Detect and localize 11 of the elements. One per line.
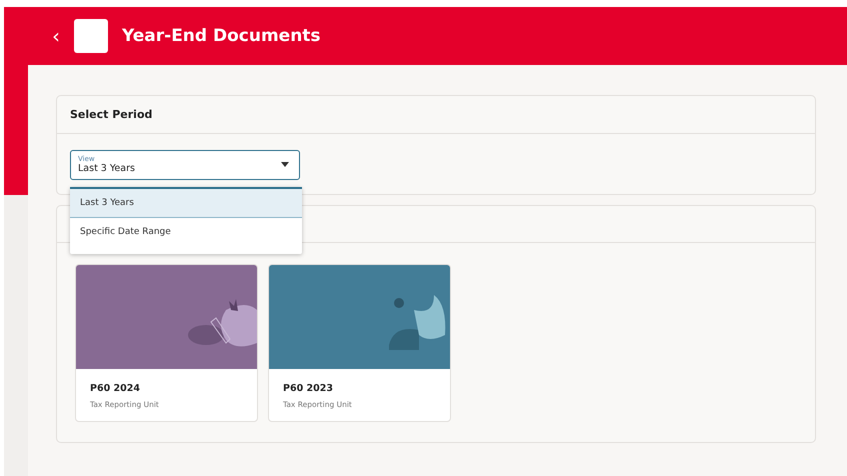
dropdown-option[interactable]: Last 3 Years [70, 187, 302, 218]
page-title: Year-End Documents [122, 26, 321, 46]
stone-illustration [188, 299, 257, 346]
back-button[interactable]: ‹ [52, 24, 60, 48]
card-title: Select Period [57, 96, 815, 134]
leaf-illustration [389, 295, 446, 350]
document-title: P60 2024 [90, 383, 141, 394]
caret-icon [281, 162, 289, 167]
document-title: P60 2023 [283, 383, 334, 394]
logo-icon [74, 19, 108, 53]
dropdown-option[interactable]: Specific Date Range [70, 218, 302, 246]
